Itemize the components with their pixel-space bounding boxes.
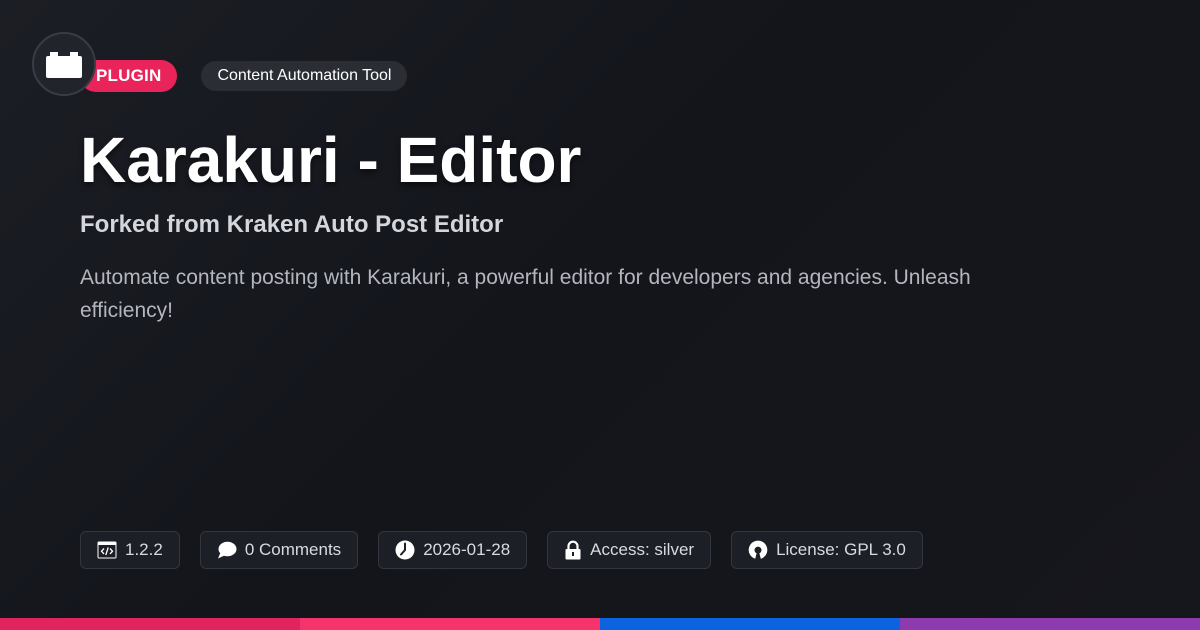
license-chip[interactable]: License: GPL 3.0	[731, 531, 923, 569]
version-text: 1.2.2	[125, 540, 163, 559]
accent-bar-segment	[0, 618, 300, 630]
page-title: Karakuri - Editor	[80, 124, 582, 196]
accent-color-bar	[0, 618, 1200, 630]
accent-bar-segment	[600, 618, 900, 630]
accent-bar-segment	[900, 618, 1200, 630]
access-chip: Access: silver	[547, 531, 712, 569]
license-text: License: GPL 3.0	[776, 540, 906, 559]
version-chip: 1.2.2	[80, 531, 180, 569]
accent-bar-segment	[300, 618, 600, 630]
open-source-icon	[748, 540, 768, 559]
access-text: Access: silver	[590, 540, 695, 559]
site-logo[interactable]	[32, 32, 96, 96]
page-subtitle: Forked from Kraken Auto Post Editor	[80, 211, 504, 238]
comments-text: 0 Comments	[244, 540, 342, 559]
date-text: 2026-01-28	[423, 540, 511, 559]
category-badge[interactable]: Content Automation Tool	[201, 61, 408, 91]
clock-icon	[395, 540, 415, 560]
badge-row: PLUGIN Content Automation Tool	[80, 60, 408, 92]
speech-bubble-icon	[217, 541, 237, 559]
date-chip: 2026-01-28	[378, 531, 528, 569]
padlock-icon	[565, 540, 581, 560]
code-window-icon	[97, 541, 117, 559]
product-description: Automate content posting with Karakuri, …	[80, 266, 971, 322]
comments-chip[interactable]: 0 Comments	[199, 531, 359, 569]
meta-row: 1.2.2 0 Comments 2026-01-28 Access: silv…	[80, 531, 923, 569]
plugin-block-icon	[46, 52, 82, 78]
